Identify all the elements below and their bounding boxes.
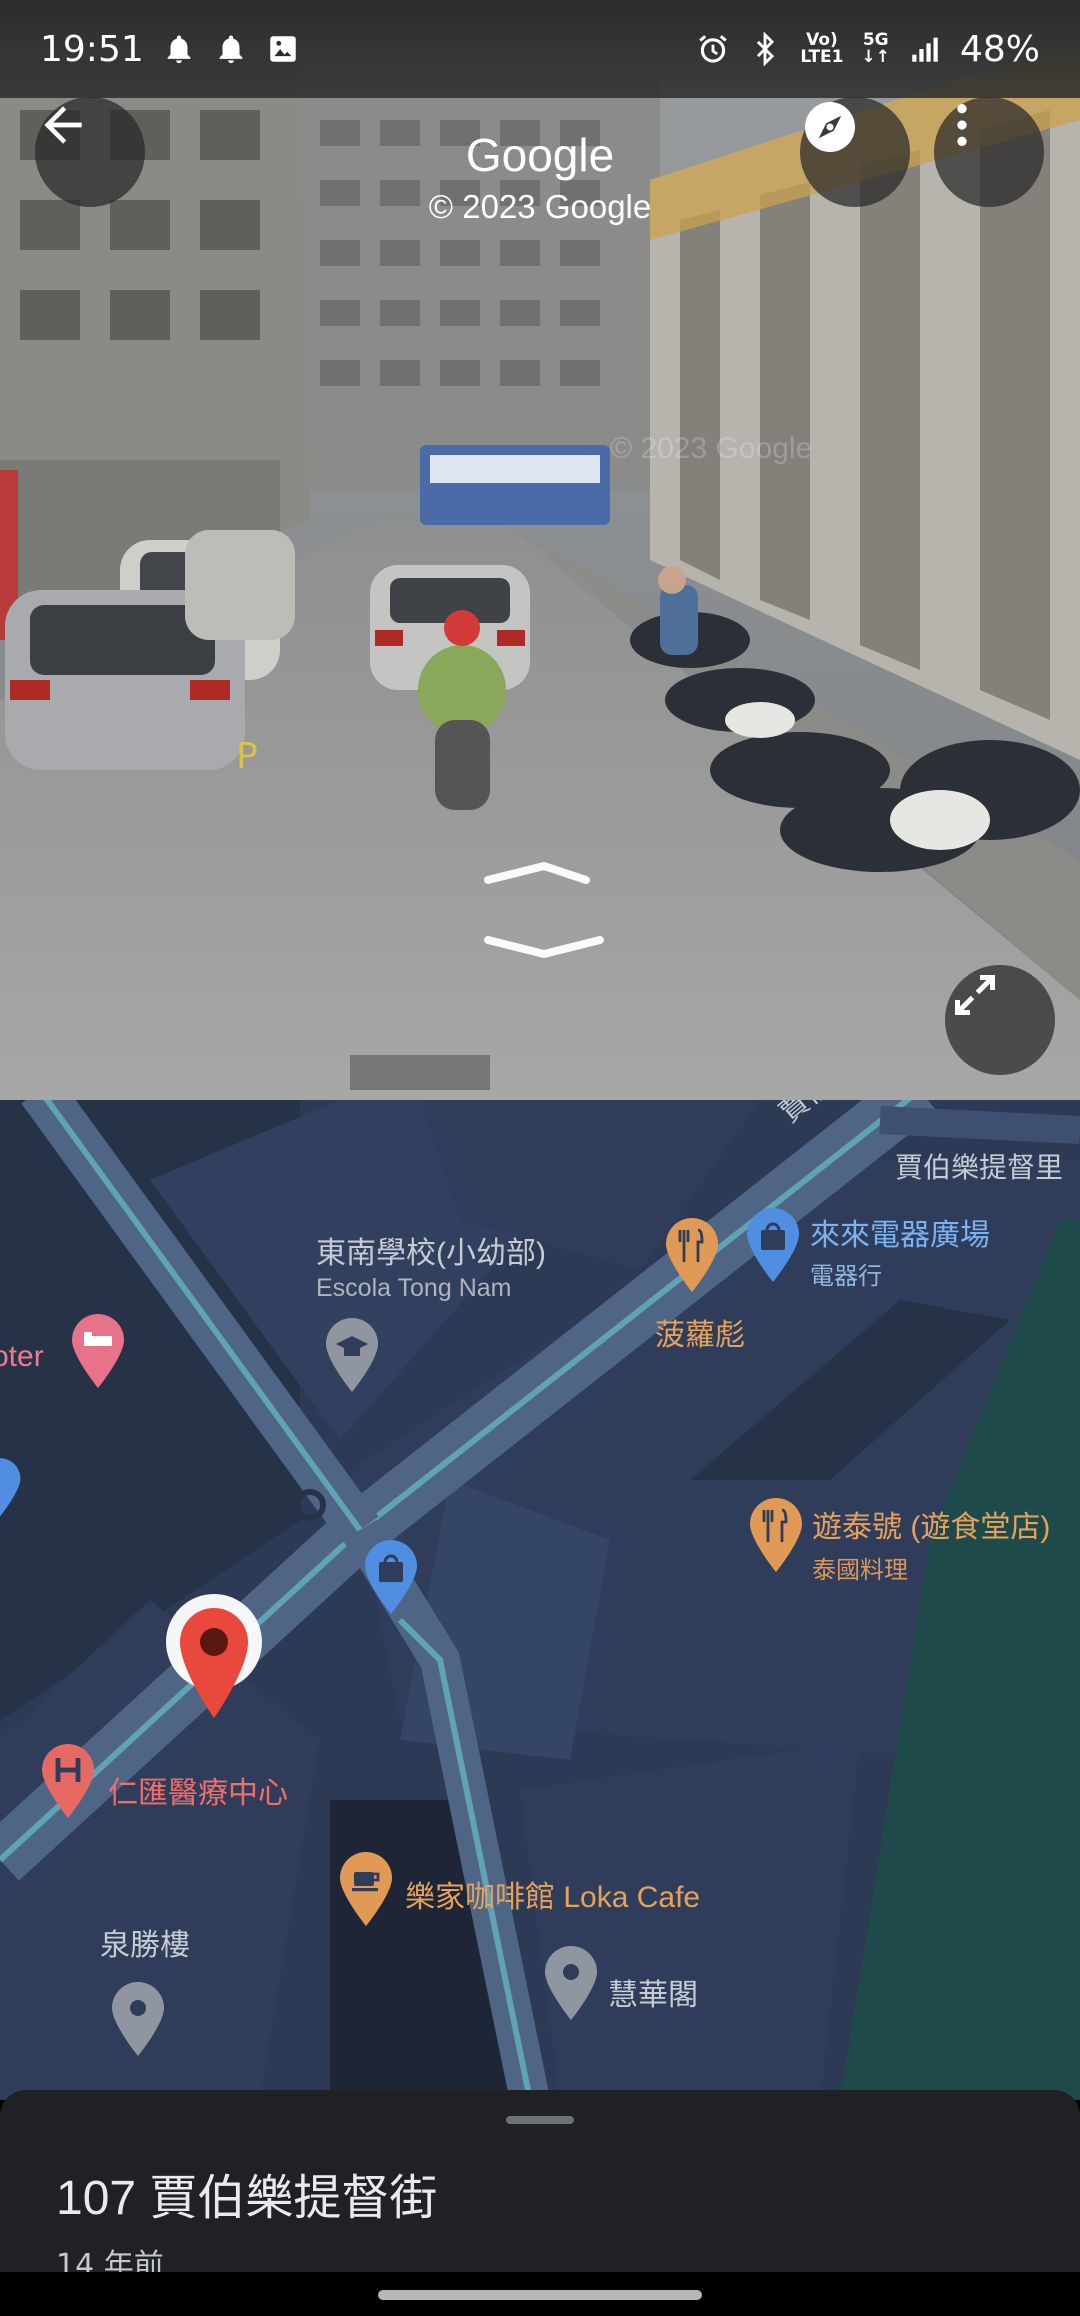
hotel-label: oter — [0, 1340, 44, 1373]
street-view-watermark: © 2023 Google — [610, 432, 813, 465]
gesture-handle[interactable] — [378, 2290, 702, 2300]
bluetooth-icon — [757, 32, 775, 66]
bell-icon — [167, 35, 191, 64]
school-pin-icon[interactable] — [324, 1318, 380, 1394]
bell-icon — [219, 35, 243, 64]
street-label: 賈伯樂提督里 — [895, 1152, 1064, 1183]
restaurant-pin-icon[interactable] — [748, 1498, 804, 1574]
clock: 19:51 — [40, 28, 144, 70]
restaurant-pin-icon[interactable] — [664, 1218, 720, 1294]
selected-location-pin-icon[interactable] — [162, 1594, 266, 1724]
signal-icon — [912, 37, 938, 62]
restaurant-label: 菠蘿彪 — [655, 1319, 745, 1352]
place-pin-icon[interactable] — [110, 1982, 166, 2058]
system-navigation-bar — [0, 2272, 1080, 2316]
place-pin-icon[interactable] — [543, 1946, 599, 2022]
alarm-icon — [699, 35, 728, 63]
street-view-title-block: Google © 2023 Google — [340, 128, 740, 226]
back-arrow-icon — [44, 106, 82, 144]
electronics-store-label: 來來電器廣場 — [810, 1219, 990, 1252]
more-options-button[interactable] — [934, 97, 1044, 207]
street-view-title: Google — [465, 129, 615, 181]
street-view-copyright: © 2023 Google — [428, 188, 652, 225]
cafe-label: 樂家咖啡館 Loka Cafe — [405, 1881, 701, 1914]
drag-handle[interactable] — [506, 2116, 574, 2124]
building-label: 慧華閣 — [608, 1979, 698, 2012]
electronics-store-type: 電器行 — [810, 1263, 882, 1290]
fullscreen-button[interactable] — [945, 965, 1055, 1075]
thai-restaurant-type: 泰國料理 — [812, 1557, 908, 1584]
shopping-pin-icon[interactable] — [745, 1208, 801, 1284]
map-view[interactable]: 東南學校(小幼部) Escola Tong Nam oter 菠蘿彪 來來電器廣… — [0, 1100, 1080, 2100]
place-pin-icon[interactable] — [0, 1458, 22, 1518]
compass-icon — [805, 102, 855, 152]
more-vert-icon — [957, 104, 967, 146]
5g-icon: 5G ↓↑ — [861, 30, 890, 67]
address-title: 107 賈伯樂提督街 — [56, 2172, 438, 2225]
hospital-pin-icon[interactable] — [40, 1744, 96, 1820]
hotel-pin-icon[interactable] — [70, 1314, 126, 1390]
shopping-pin-icon[interactable] — [363, 1540, 419, 1616]
street-view-panorama[interactable]: P © 2023 Google Google © 2023 Google — [0, 0, 1080, 1100]
volte-icon: Vo) LTE1 — [800, 30, 844, 67]
school-label: 東南學校(小幼部) — [316, 1237, 546, 1270]
building-label: 泉勝樓 — [100, 1929, 190, 1962]
image-icon — [270, 36, 296, 62]
svg-text:P: P — [236, 736, 258, 777]
battery-percentage: 48% — [959, 28, 1040, 70]
medical-center-label: 仁匯醫療中心 — [108, 1777, 288, 1810]
compass-button[interactable] — [800, 97, 910, 207]
school-label-pt: Escola Tong Nam — [316, 1274, 512, 1302]
cafe-pin-icon[interactable] — [338, 1852, 394, 1928]
fullscreen-expand-icon — [955, 975, 995, 1015]
back-button[interactable] — [35, 97, 145, 207]
status-bar: 19:51 Vo) LTE1 5G ↓↑ 48% — [0, 0, 1080, 98]
thai-restaurant-label: 遊泰號 (遊食堂店) — [812, 1511, 1051, 1544]
